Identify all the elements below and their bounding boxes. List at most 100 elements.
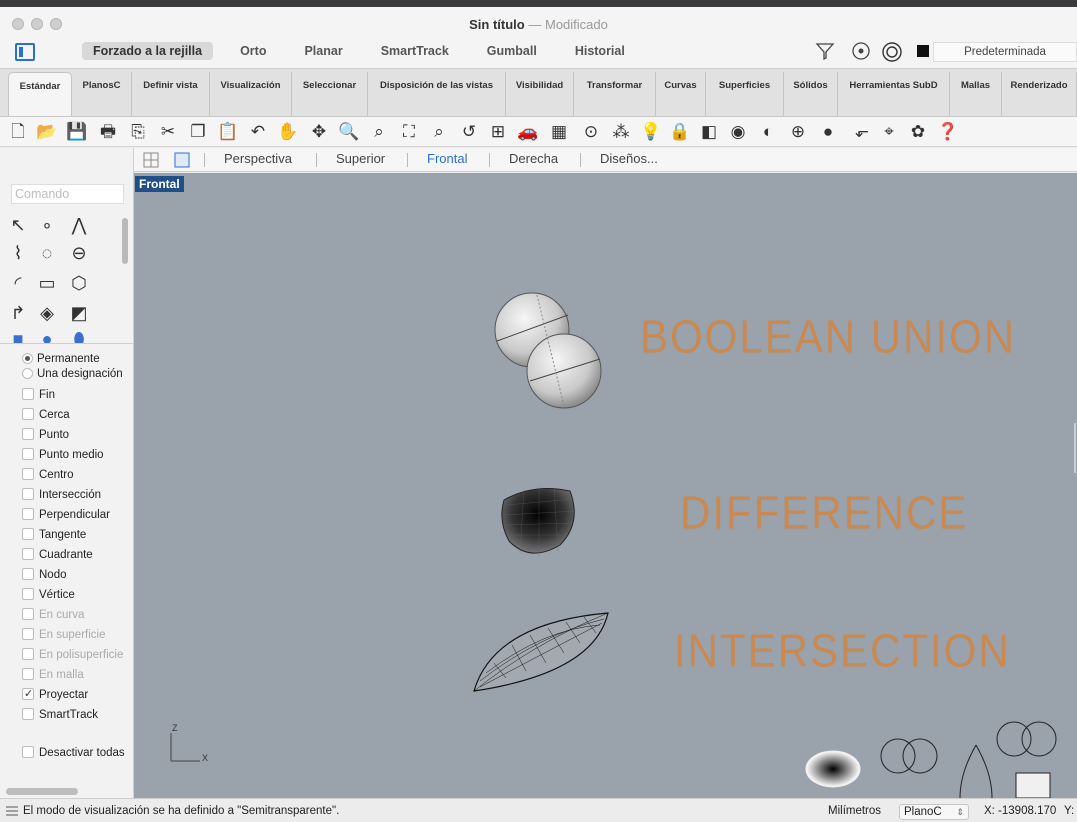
- grasshopper-icon[interactable]: ✿: [907, 121, 929, 143]
- viewtab-superior[interactable]: Superior: [336, 151, 385, 166]
- print-icon[interactable]: 🖶: [97, 121, 119, 143]
- frontal-viewport[interactable]: Frontal BOOLEAN UNION DIFFERENCE INTERSE…: [134, 173, 1077, 798]
- tab-visibilidad[interactable]: Visibilidad: [506, 72, 574, 116]
- osnap-item[interactable]: Centro: [22, 467, 74, 483]
- viewtab-perspectiva[interactable]: Perspectiva: [224, 151, 292, 166]
- tab-planosc[interactable]: PlanosC: [72, 72, 132, 116]
- mode-ortho[interactable]: Orto: [229, 42, 277, 60]
- copy-icon[interactable]: ❐: [187, 121, 209, 143]
- tab-solidos[interactable]: Sólidos: [784, 72, 838, 116]
- osnap-item[interactable]: Punto: [22, 427, 69, 443]
- tab-seleccionar[interactable]: Seleccionar: [292, 72, 368, 116]
- boolean-union-object[interactable]: [494, 292, 602, 409]
- tab-herramientas-subd[interactable]: Herramientas SubD: [838, 72, 950, 116]
- point-icon[interactable]: ⊙: [580, 121, 602, 143]
- osnap-target-icon[interactable]: [881, 41, 903, 63]
- sphere-solid-icon[interactable]: ●: [34, 326, 60, 343]
- layer-color-swatch[interactable]: [917, 45, 929, 57]
- cylinder-solid-icon[interactable]: ⬮: [66, 326, 92, 343]
- osnap-checkbox[interactable]: [22, 528, 34, 540]
- lock-icon[interactable]: 🔒: [669, 121, 691, 143]
- polyline-icon[interactable]: ⋀: [66, 212, 92, 238]
- osnap-checkbox[interactable]: [22, 408, 34, 420]
- single-view-layout-icon[interactable]: [174, 152, 190, 168]
- osnap-item[interactable]: Fin: [22, 387, 55, 403]
- ellipse-tool-icon[interactable]: ⊖: [66, 240, 92, 266]
- circle-tool-icon[interactable]: ◌: [34, 240, 60, 266]
- box-solid-icon[interactable]: ■: [5, 326, 31, 343]
- tab-superficies[interactable]: Superficies: [706, 72, 784, 116]
- osnap-one-shot[interactable]: Una designación: [22, 366, 123, 382]
- cut-icon[interactable]: ✂: [157, 121, 179, 143]
- undo-icon[interactable]: ↶: [247, 121, 269, 143]
- polygon-tool-icon[interactable]: ⬡: [66, 270, 92, 296]
- tab-mallas[interactable]: Mallas: [950, 72, 1002, 116]
- zoom-icon[interactable]: 🔍: [338, 121, 360, 143]
- named-views-icon[interactable]: 🚗: [517, 121, 539, 143]
- osnap-checkbox[interactable]: [22, 428, 34, 440]
- paste-icon[interactable]: 📋: [217, 121, 239, 143]
- one-shot-radio[interactable]: [22, 368, 33, 379]
- tab-transformar[interactable]: Transformar: [574, 72, 656, 116]
- help-icon[interactable]: ❓: [937, 121, 959, 143]
- surface-tool-icon[interactable]: ◈: [34, 300, 60, 326]
- curve-icon[interactable]: ⌇: [5, 240, 31, 266]
- zoom-selected-icon[interactable]: ⌕: [428, 121, 450, 143]
- cplane-icon[interactable]: ▦: [548, 121, 570, 143]
- save-icon[interactable]: 💾: [66, 121, 88, 143]
- osnap-checkbox[interactable]: [22, 568, 34, 580]
- osnap-checkbox[interactable]: [22, 468, 34, 480]
- osnap-disable-all[interactable]: Desactivar todas: [22, 745, 125, 761]
- mode-grid-snap[interactable]: Forzado a la rejilla: [82, 42, 214, 60]
- osnap-item[interactable]: Intersección: [22, 487, 101, 503]
- cplane-selector[interactable]: PlanoC ⇕: [899, 804, 969, 820]
- osnap-item[interactable]: Vértice: [22, 587, 75, 603]
- osnap-item[interactable]: Nodo: [22, 567, 67, 583]
- four-viewports-icon[interactable]: ⊞: [487, 121, 509, 143]
- osnap-checkbox[interactable]: [22, 488, 34, 500]
- rotate-view-icon[interactable]: ✥: [308, 121, 330, 143]
- tab-estandar[interactable]: Estándar: [8, 72, 72, 116]
- new-file-icon[interactable]: 🗋: [7, 121, 29, 143]
- dimension-icon[interactable]: ⌖: [878, 121, 900, 143]
- four-view-layout-icon[interactable]: [143, 152, 159, 168]
- osnap-checkbox[interactable]: [22, 448, 34, 460]
- boolean-intersection-object[interactable]: [473, 612, 609, 692]
- osnap-checkbox[interactable]: [22, 588, 34, 600]
- fillet-curve-icon[interactable]: ↱: [5, 300, 31, 326]
- tab-renderizado[interactable]: Renderizado: [1002, 72, 1077, 116]
- osnap-checkbox[interactable]: [22, 686, 34, 702]
- light-icon[interactable]: 💡: [640, 121, 662, 143]
- palette-scrollbar[interactable]: [122, 218, 128, 264]
- osnap-item[interactable]: Punto medio: [22, 447, 104, 463]
- viewtab-disenos[interactable]: Diseños...: [600, 151, 658, 166]
- mode-smarttrack[interactable]: SmartTrack: [370, 42, 460, 60]
- shaded-display-icon[interactable]: ◐: [757, 121, 779, 143]
- mode-gumball[interactable]: Gumball: [476, 42, 548, 60]
- rectangle-tool-icon[interactable]: ▭: [34, 270, 60, 296]
- pan-hand-icon[interactable]: ✋: [277, 121, 299, 143]
- sidebar-toggle-icon[interactable]: [15, 43, 35, 61]
- osnap-item[interactable]: Proyectar: [22, 686, 88, 703]
- wireframe-sphere-icon[interactable]: ⊕: [787, 121, 809, 143]
- point-tool-icon[interactable]: ∘: [34, 212, 60, 238]
- viewtab-derecha[interactable]: Derecha: [509, 151, 558, 166]
- osnap-item[interactable]: Perpendicular: [22, 507, 110, 523]
- render-sphere-icon[interactable]: ●: [817, 121, 839, 143]
- osnap-item[interactable]: Tangente: [22, 527, 86, 543]
- zoom-window-icon[interactable]: ⌕: [368, 121, 390, 143]
- mode-planar[interactable]: Planar: [293, 42, 353, 60]
- permanent-radio[interactable]: [22, 353, 33, 364]
- select-arrow-icon[interactable]: ↖: [5, 212, 31, 238]
- units-label[interactable]: Milímetros: [828, 805, 881, 817]
- zoom-extents-icon[interactable]: ⛶: [398, 121, 420, 143]
- import-icon[interactable]: ⎘: [127, 121, 149, 143]
- osnap-checkbox[interactable]: [22, 708, 34, 720]
- osnap-item[interactable]: Cuadrante: [22, 547, 93, 563]
- record-history-icon[interactable]: [851, 41, 871, 61]
- open-folder-icon[interactable]: 📂: [36, 121, 58, 143]
- filter-icon[interactable]: [815, 41, 835, 61]
- tab-curvas[interactable]: Curvas: [656, 72, 706, 116]
- disable-all-checkbox[interactable]: [22, 746, 34, 758]
- osnap-checkbox[interactable]: [22, 388, 34, 400]
